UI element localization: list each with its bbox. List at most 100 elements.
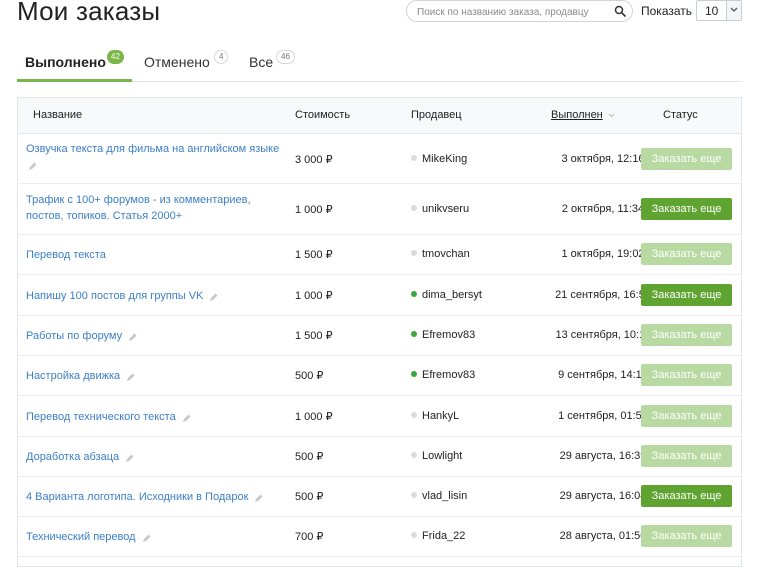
tab-all[interactable]: Все 46: [249, 46, 309, 81]
order-name-link[interactable]: Технический перевод: [26, 529, 291, 545]
orders-table: Название Стоимость Продавец Выполнен Ста…: [17, 97, 742, 567]
pencil-icon[interactable]: [209, 291, 219, 302]
order-name: Работы по форуму: [26, 330, 123, 342]
order-again-button[interactable]: Заказать еще: [641, 243, 732, 265]
seller-name: dima_bersyt: [422, 289, 482, 301]
seller-cell[interactable]: vlad_lisin: [411, 490, 467, 502]
column-header-completed[interactable]: Выполнен: [551, 109, 603, 121]
offline-status-dot: [411, 452, 417, 459]
pencil-icon[interactable]: [125, 452, 135, 463]
pencil-icon[interactable]: [254, 492, 264, 503]
order-again-button[interactable]: Заказать еще: [641, 525, 732, 547]
order-price: 1 500 ₽: [295, 249, 333, 261]
pencil-icon[interactable]: [128, 331, 138, 342]
completed-date: 28 августа, 01:50: [559, 530, 647, 542]
order-name-link[interactable]: Доработка абзаца: [26, 449, 291, 465]
active-tab-underline: [17, 79, 132, 82]
seller-name: HankyL: [422, 410, 460, 422]
order-again-button[interactable]: Заказать еще: [641, 284, 732, 306]
search-icon[interactable]: [614, 5, 626, 17]
order-again-button[interactable]: Заказать еще: [641, 148, 732, 170]
table-row: Работы по форуму 1 500 ₽ Efremov83 13 сентя…: [18, 315, 741, 356]
column-header-name: Название: [33, 109, 83, 121]
seller-cell[interactable]: tmovchan: [411, 248, 470, 260]
order-price: 500 ₽: [295, 370, 324, 382]
column-header-price: Стоимость: [295, 109, 351, 121]
per-page-dropdown-button[interactable]: [726, 1, 741, 20]
search-input[interactable]: [415, 4, 614, 21]
order-name: Озвучка текста для фильма на английском …: [26, 143, 280, 155]
offline-status-dot: [411, 492, 417, 499]
order-name-link[interactable]: 4 Варианта логотипа. Исходники в Подарок: [26, 489, 291, 505]
page-title: Мои заказы: [17, 0, 161, 26]
table-header: Название Стоимость Продавец Выполнен Ста…: [18, 98, 741, 134]
seller-cell[interactable]: dima_bersyt: [411, 289, 482, 301]
pencil-icon[interactable]: [28, 160, 38, 171]
order-name: 4 Варианта логотипа. Исходники в Подарок: [26, 491, 249, 503]
table-row: Озвучка текста для фильма на английском …: [18, 134, 741, 184]
search-box[interactable]: [406, 0, 633, 22]
order-again-button[interactable]: Заказать еще: [641, 324, 732, 346]
table-row: Настройка движка 500 ₽ Efremov83 9 сентября…: [18, 355, 741, 396]
seller-name: tmovchan: [422, 248, 470, 260]
order-name: Доработка абзаца: [26, 451, 120, 463]
order-name-link[interactable]: Перевод текста: [26, 247, 291, 263]
seller-name: MikeKing: [422, 153, 468, 165]
order-again-button[interactable]: Заказать еще: [641, 364, 732, 386]
seller-cell[interactable]: unikvseru: [411, 203, 469, 215]
completed-date: 9 сентября, 14:19: [558, 369, 648, 381]
order-price: 1 500 ₽: [295, 330, 333, 342]
count-badge: 42: [107, 50, 124, 64]
offline-status-dot: [411, 250, 417, 257]
offline-status-dot: [411, 412, 417, 419]
completed-date: 1 октября, 19:02: [561, 248, 645, 260]
order-name: Перевод текста: [26, 249, 106, 261]
seller-name: Efremov83: [422, 369, 476, 381]
seller-cell[interactable]: Efremov83: [411, 369, 475, 381]
order-price: 1 000 ₽: [295, 411, 333, 423]
seller-cell[interactable]: Frida_22: [411, 530, 465, 542]
tab-label: Отменено: [144, 54, 210, 70]
table-row: Перевод текста 1 500 ₽ tmovchan 1 октября, …: [18, 234, 741, 275]
offline-status-dot: [411, 205, 417, 212]
seller-cell[interactable]: Efremov83: [411, 329, 475, 341]
order-price: 500 ₽: [295, 451, 324, 463]
seller-cell[interactable]: HankyL: [411, 410, 459, 422]
online-status-dot: [411, 331, 417, 338]
table-row: 4 Варианта логотипа. Исходники в Подарок…: [18, 476, 741, 517]
order-again-button[interactable]: Заказать еще: [641, 445, 732, 467]
pencil-icon[interactable]: [142, 532, 152, 543]
pencil-icon[interactable]: [126, 371, 136, 382]
order-again-button[interactable]: Заказать еще: [641, 485, 732, 507]
status-tabs: Выполнено 42 Отменено 4 Все 46: [17, 46, 742, 82]
order-name: Настройка движка: [26, 370, 121, 382]
order-name-link[interactable]: Трафик с 100+ форумов - из комментариев,…: [26, 192, 291, 224]
order-name-link[interactable]: Напишу 100 постов для группы VK: [26, 288, 291, 304]
online-status-dot: [411, 291, 417, 298]
completed-date: 29 августа, 16:39: [559, 450, 647, 462]
seller-name: vlad_lisin: [422, 490, 468, 502]
column-header-seller: Продавец: [411, 109, 462, 121]
order-name-link[interactable]: Настройка движка: [26, 368, 291, 384]
per-page-label: Показать: [641, 4, 693, 18]
sort-down-icon[interactable]: [608, 113, 615, 118]
order-name-link[interactable]: Работы по форуму: [26, 328, 291, 344]
order-price: 500 ₽: [295, 491, 324, 503]
completed-date: 1 сентября, 01:57: [558, 410, 648, 422]
order-price: 700 ₽: [295, 531, 324, 543]
order-name-link[interactable]: Озвучка текста для фильма на английском …: [26, 141, 291, 173]
seller-cell[interactable]: Lowlight: [411, 450, 462, 462]
per-page-select[interactable]: 10: [696, 0, 742, 21]
tab-cancelled[interactable]: Отменено 4: [144, 46, 234, 81]
pencil-icon[interactable]: [182, 412, 192, 423]
seller-cell[interactable]: MikeKing: [411, 153, 467, 165]
seller-name: unikvseru: [422, 203, 470, 215]
seller-name: Efremov83: [422, 329, 476, 341]
tab-completed[interactable]: Выполнено 42: [17, 46, 132, 82]
table-row: Технический перевод 700 ₽ Frida_22 28 авгус…: [18, 516, 741, 557]
order-again-button[interactable]: Заказать еще: [641, 198, 732, 220]
order-again-button[interactable]: Заказать еще: [641, 405, 732, 427]
completed-date: 2 октября, 11:34: [561, 203, 645, 215]
order-name-link[interactable]: Перевод технического текста: [26, 409, 291, 425]
completed-date: 21 сентября, 16:58: [555, 289, 651, 301]
